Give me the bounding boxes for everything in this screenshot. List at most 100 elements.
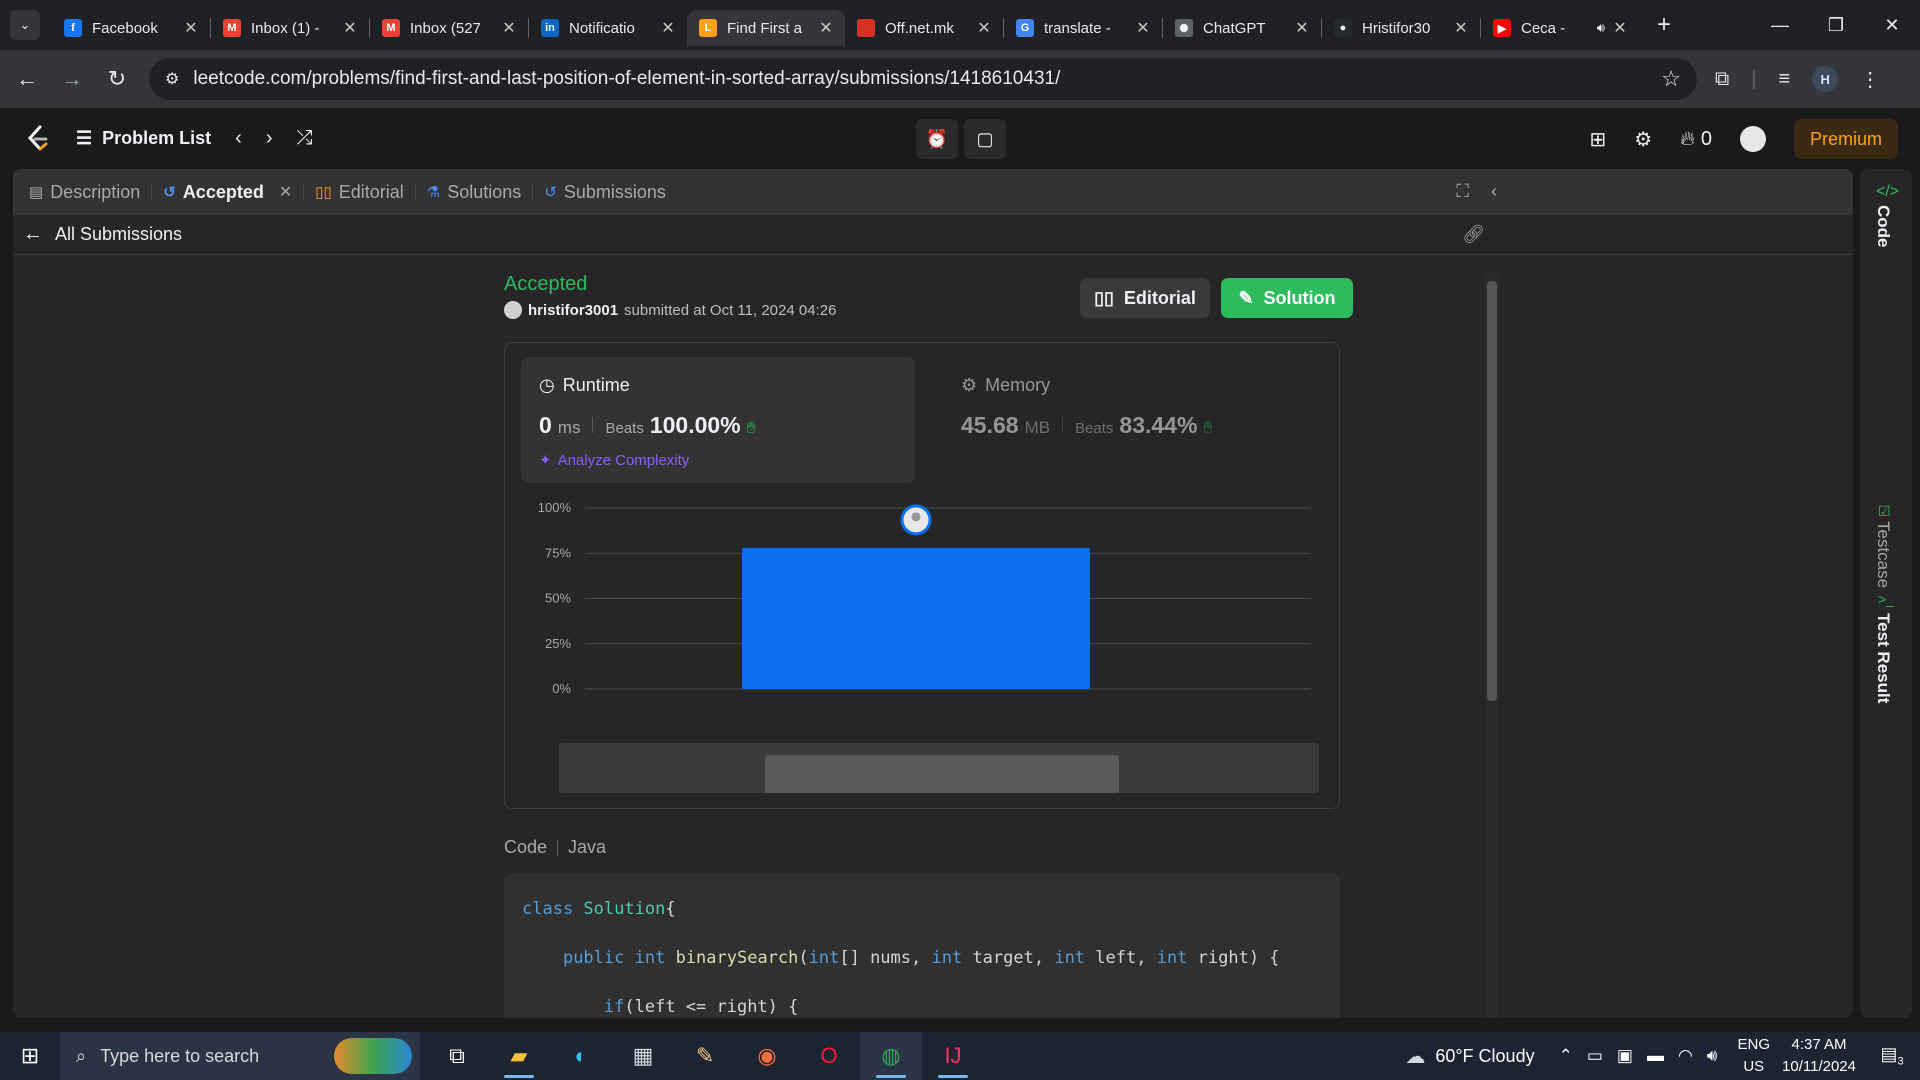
meet-now-icon[interactable]: ▭ [1587, 1046, 1603, 1066]
browser-tab[interactable]: f Facebook ✕ [52, 10, 210, 46]
close-tab-icon[interactable]: ✕ [1134, 18, 1152, 38]
browser-tab[interactable]: in Notificatio ✕ [529, 10, 687, 46]
code-line: if(left <= right) { [522, 983, 1322, 1018]
reload-button[interactable]: ↻ [99, 61, 135, 97]
tab-search-button[interactable]: ⌄ [10, 10, 40, 40]
close-tab-icon[interactable]: ✕ [659, 18, 677, 38]
next-problem-icon[interactable]: › [266, 127, 273, 150]
all-submissions-link[interactable]: All Submissions [55, 224, 182, 245]
submitter-name[interactable]: hristifor3001 [528, 302, 618, 319]
extensions-icon[interactable]: ⧉ [1715, 68, 1729, 91]
close-tab-icon[interactable]: ✕ [1611, 18, 1629, 38]
close-tab-icon[interactable]: ✕ [500, 18, 518, 38]
address-bar[interactable]: ⚙ leetcode.com/problems/find-first-and-l… [149, 58, 1697, 100]
intellij-icon[interactable]: IJ [922, 1032, 984, 1080]
submitter-avatar [504, 301, 522, 319]
pen-app-icon[interactable]: ✎ [674, 1032, 736, 1080]
content-scrollbar[interactable] [1485, 273, 1499, 1018]
prev-problem-icon[interactable]: ‹ [235, 127, 242, 150]
taskbar-search[interactable]: ⌕ Type here to search [60, 1032, 420, 1080]
restore-button[interactable]: ❐ [1808, 15, 1864, 36]
tab-editorial[interactable]: ▯▯ Editorial [315, 182, 404, 203]
chevron-up-icon[interactable]: ⌃ [1559, 1046, 1573, 1066]
layout-icon[interactable]: ⊞ [1589, 127, 1606, 152]
back-arrow-icon[interactable]: ← [23, 223, 43, 246]
close-tab-icon[interactable]: ✕ [975, 18, 993, 38]
collapse-panel-icon[interactable]: ‹ [1491, 181, 1497, 202]
weather-widget[interactable]: ☁ 60°F Cloudy [1405, 1044, 1534, 1069]
site-info-icon[interactable]: ⚙ [165, 69, 179, 89]
bookmark-star-icon[interactable]: ☆ [1661, 66, 1681, 92]
windows-start-icon[interactable]: ⊞ [0, 1043, 60, 1069]
wifi-icon[interactable]: ◠ [1678, 1046, 1693, 1066]
tab-accepted[interactable]: ↺ Accepted ✕ [163, 182, 292, 203]
test-result-panel-label[interactable]: Test Result [1873, 613, 1893, 703]
leetcode-icon: L [699, 19, 717, 37]
volume-icon[interactable]: 🔊︎ [1707, 1046, 1718, 1066]
editorial-button[interactable]: ▯▯ Editorial [1080, 278, 1210, 318]
premium-button[interactable]: Premium [1794, 119, 1898, 159]
code-panel-label[interactable]: Code [1873, 205, 1893, 248]
firefox-icon[interactable]: ◉ [736, 1032, 798, 1080]
task-view-icon[interactable]: ⧉ [426, 1032, 488, 1080]
back-button[interactable]: ← [9, 61, 45, 97]
new-tab-button[interactable]: + [1649, 11, 1679, 39]
browser-tab[interactable]: ● Hristifor30 ✕ [1322, 10, 1480, 46]
chrome-icon[interactable]: ◍ [860, 1032, 922, 1080]
tab-submissions[interactable]: ↺ Submissions [544, 182, 666, 203]
problem-list-button[interactable]: ☰ Problem List [76, 128, 211, 149]
chart-bar[interactable] [742, 547, 1090, 689]
memory-box[interactable]: ⚙ Memory 45.68 MB Beats 83.44% ✋︎ [943, 357, 1323, 483]
close-tab-icon[interactable]: ✕ [279, 182, 292, 202]
file-explorer-icon[interactable]: ▰ [488, 1032, 550, 1080]
forward-button[interactable]: → [54, 61, 90, 97]
user-avatar[interactable] [1740, 126, 1766, 152]
taskbar-clock[interactable]: 4:37 AM 10/11/2024 [1782, 1034, 1856, 1078]
calculator-icon[interactable]: ▦ [612, 1032, 674, 1080]
testcase-panel-label[interactable]: Testcase [1873, 521, 1893, 588]
timer-icon[interactable]: ⏰ [916, 119, 958, 159]
minimize-button[interactable]: — [1752, 15, 1808, 36]
display-icon[interactable]: ▣ [1617, 1046, 1633, 1066]
close-window-button[interactable]: ✕ [1864, 15, 1920, 36]
scrollbar-thumb[interactable] [1487, 281, 1497, 701]
shuffle-icon[interactable]: ⤮ [297, 127, 313, 150]
browser-tab[interactable]: L Find First a ✕ [687, 10, 845, 46]
language-indicator[interactable]: ENG US [1738, 1034, 1771, 1078]
profile-avatar[interactable]: H [1812, 66, 1839, 92]
streak-counter[interactable]: 🔥︎ 0 [1680, 128, 1712, 151]
battery-icon[interactable]: ▬ [1647, 1046, 1664, 1066]
close-tab-icon[interactable]: ✕ [182, 18, 200, 38]
settings-gear-icon[interactable]: ⚙ [1634, 127, 1652, 152]
chart-range-scroller[interactable] [559, 743, 1319, 793]
notification-center-icon[interactable]: ▤3 [1872, 1044, 1912, 1068]
runtime-box[interactable]: ◷ Runtime 0 ms Beats 100.00% ✋︎ ✦ Analyz… [521, 357, 915, 483]
edge-icon[interactable]: ◐ [550, 1032, 612, 1080]
browser-tab[interactable]: M Inbox (527 ✕ [370, 10, 528, 46]
close-tab-icon[interactable]: ✕ [341, 18, 359, 38]
chart-range-thumb[interactable] [765, 755, 1119, 793]
tab-solutions[interactable]: ⚗ Solutions [427, 182, 522, 203]
browser-tab[interactable]: Off.net.mk ✕ [845, 10, 1003, 46]
close-tab-icon[interactable]: ✕ [1293, 18, 1311, 38]
browser-menu-icon[interactable]: ⋮ [1860, 67, 1880, 92]
fullscreen-icon[interactable]: ⛶ [1456, 181, 1469, 202]
analyze-complexity-link[interactable]: ✦ Analyze Complexity [539, 451, 897, 470]
close-tab-icon[interactable]: ✕ [817, 18, 835, 38]
solution-button[interactable]: ✎ Solution [1221, 278, 1353, 318]
share-link-icon[interactable]: 🔗︎ [1462, 224, 1485, 245]
code-block[interactable]: class Solution{ public int binarySearch(… [504, 873, 1340, 1018]
browser-tab[interactable]: ▶ Ceca - 🔊︎ ✕ [1481, 10, 1639, 46]
opera-icon[interactable]: O [798, 1032, 860, 1080]
notes-icon[interactable]: ▢ [964, 119, 1006, 159]
tab-description[interactable]: ▤ Description [29, 182, 140, 203]
tab-audio-icon[interactable]: 🔊︎ [1597, 20, 1605, 36]
browser-tab[interactable]: Gtranslate - ✕ [1004, 10, 1162, 46]
browser-tab[interactable]: ✺ ChatGPT ✕ [1163, 10, 1321, 46]
leetcode-logo[interactable] [26, 124, 54, 154]
browser-tab[interactable]: M Inbox (1) - ✕ [211, 10, 369, 46]
url-text[interactable]: leetcode.com/problems/find-first-and-las… [193, 68, 1661, 90]
close-tab-icon[interactable]: ✕ [1452, 18, 1470, 38]
code-token: binarySearch [675, 948, 799, 968]
media-control-icon[interactable]: ≡ [1778, 68, 1790, 91]
